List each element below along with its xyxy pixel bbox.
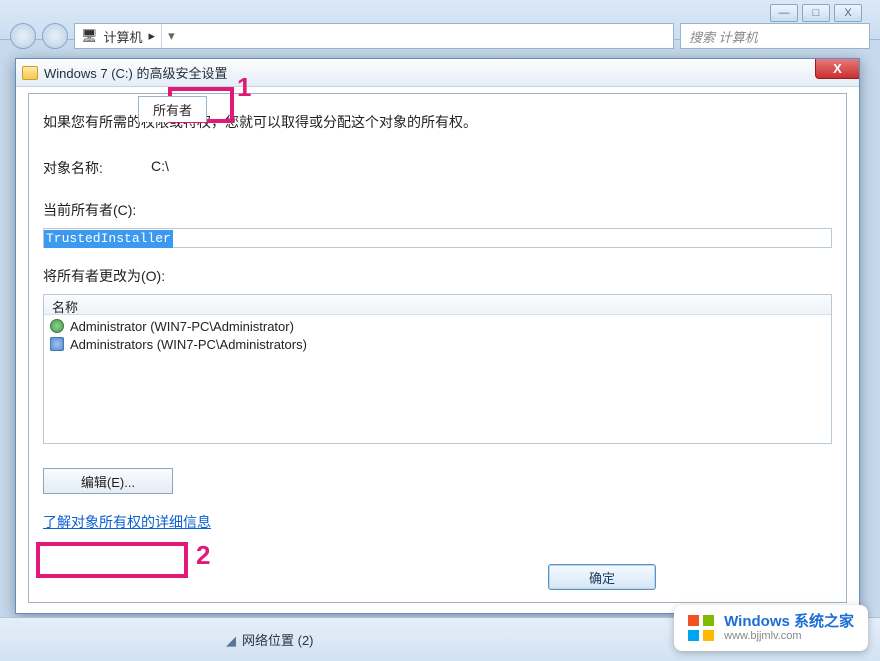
edit-button[interactable]: 编辑(E)... [43, 468, 173, 494]
folder-icon [22, 66, 38, 80]
dialog-title: Windows 7 (C:) 的高级安全设置 [44, 63, 227, 82]
nav-back-button[interactable] [10, 23, 36, 49]
watermark-url: www.bjjmlv.com [724, 630, 854, 643]
list-item[interactable]: Administrators (WIN7-PC\Administrators) [50, 335, 825, 353]
list-item[interactable]: Administrator (WIN7-PC\Administrator) [50, 317, 825, 335]
watermark-badge: Windows 系统之家 www.bjjmlv.com [674, 605, 868, 651]
owner-candidates-list[interactable]: 名称 Administrator (WIN7-PC\Administrator)… [43, 294, 832, 444]
computer-icon: 🖥 [81, 28, 98, 44]
search-placeholder: 搜索 计算机 [689, 27, 758, 46]
nav-forward-button[interactable] [42, 23, 68, 49]
object-name-value: C:\ [151, 158, 169, 178]
chevron-down-icon[interactable]: ▾ [161, 24, 181, 48]
network-location-label: 网络位置 (2) [242, 633, 314, 648]
owner-candidate-label: Administrator (WIN7-PC\Administrator) [70, 319, 294, 334]
breadcrumb-item[interactable]: 计算机 [104, 27, 143, 46]
list-header-name[interactable]: 名称 [44, 295, 831, 315]
learn-ownership-link[interactable]: 了解对象所有权的详细信息 [43, 512, 211, 532]
expand-arrow-icon: ◢ [226, 633, 236, 648]
address-bar[interactable]: 🖥 计算机 ▸ ▾ [74, 23, 674, 49]
close-button[interactable]: X [815, 59, 859, 79]
search-input[interactable]: 搜索 计算机 [680, 23, 870, 49]
current-owner-value: TrustedInstaller [44, 230, 173, 248]
advanced-security-dialog: Windows 7 (C:) 的高级安全设置 X 权限 审核 所有者 有效权限 … [15, 58, 860, 614]
chevron-right-icon: ▸ [149, 28, 156, 44]
breadcrumb: 🖥 计算机 ▸ ▾ 搜索 计算机 [6, 18, 874, 54]
group-icon [50, 337, 64, 351]
titlebar: Windows 7 (C:) 的高级安全设置 X [16, 59, 859, 87]
current-owner-field[interactable]: TrustedInstaller [43, 228, 832, 248]
network-location-group: ◢ 网络位置 (2) [220, 630, 314, 649]
watermark-title: Windows 系统之家 [724, 613, 854, 630]
current-owner-label: 当前所有者(C): [43, 200, 832, 220]
tab-owner[interactable]: 所有者 [138, 96, 207, 122]
owner-candidate-label: Administrators (WIN7-PC\Administrators) [70, 337, 307, 352]
ok-button[interactable]: 确定 [548, 564, 656, 590]
object-name-label: 对象名称: [43, 158, 151, 178]
windows-logo-icon [688, 615, 714, 641]
change-owner-to-label: 将所有者更改为(O): [43, 266, 832, 286]
user-icon [50, 319, 64, 333]
tab-panel-owner: 如果您有所需的权限或特权，您就可以取得或分配这个对象的所有权。 对象名称: C:… [28, 93, 847, 603]
